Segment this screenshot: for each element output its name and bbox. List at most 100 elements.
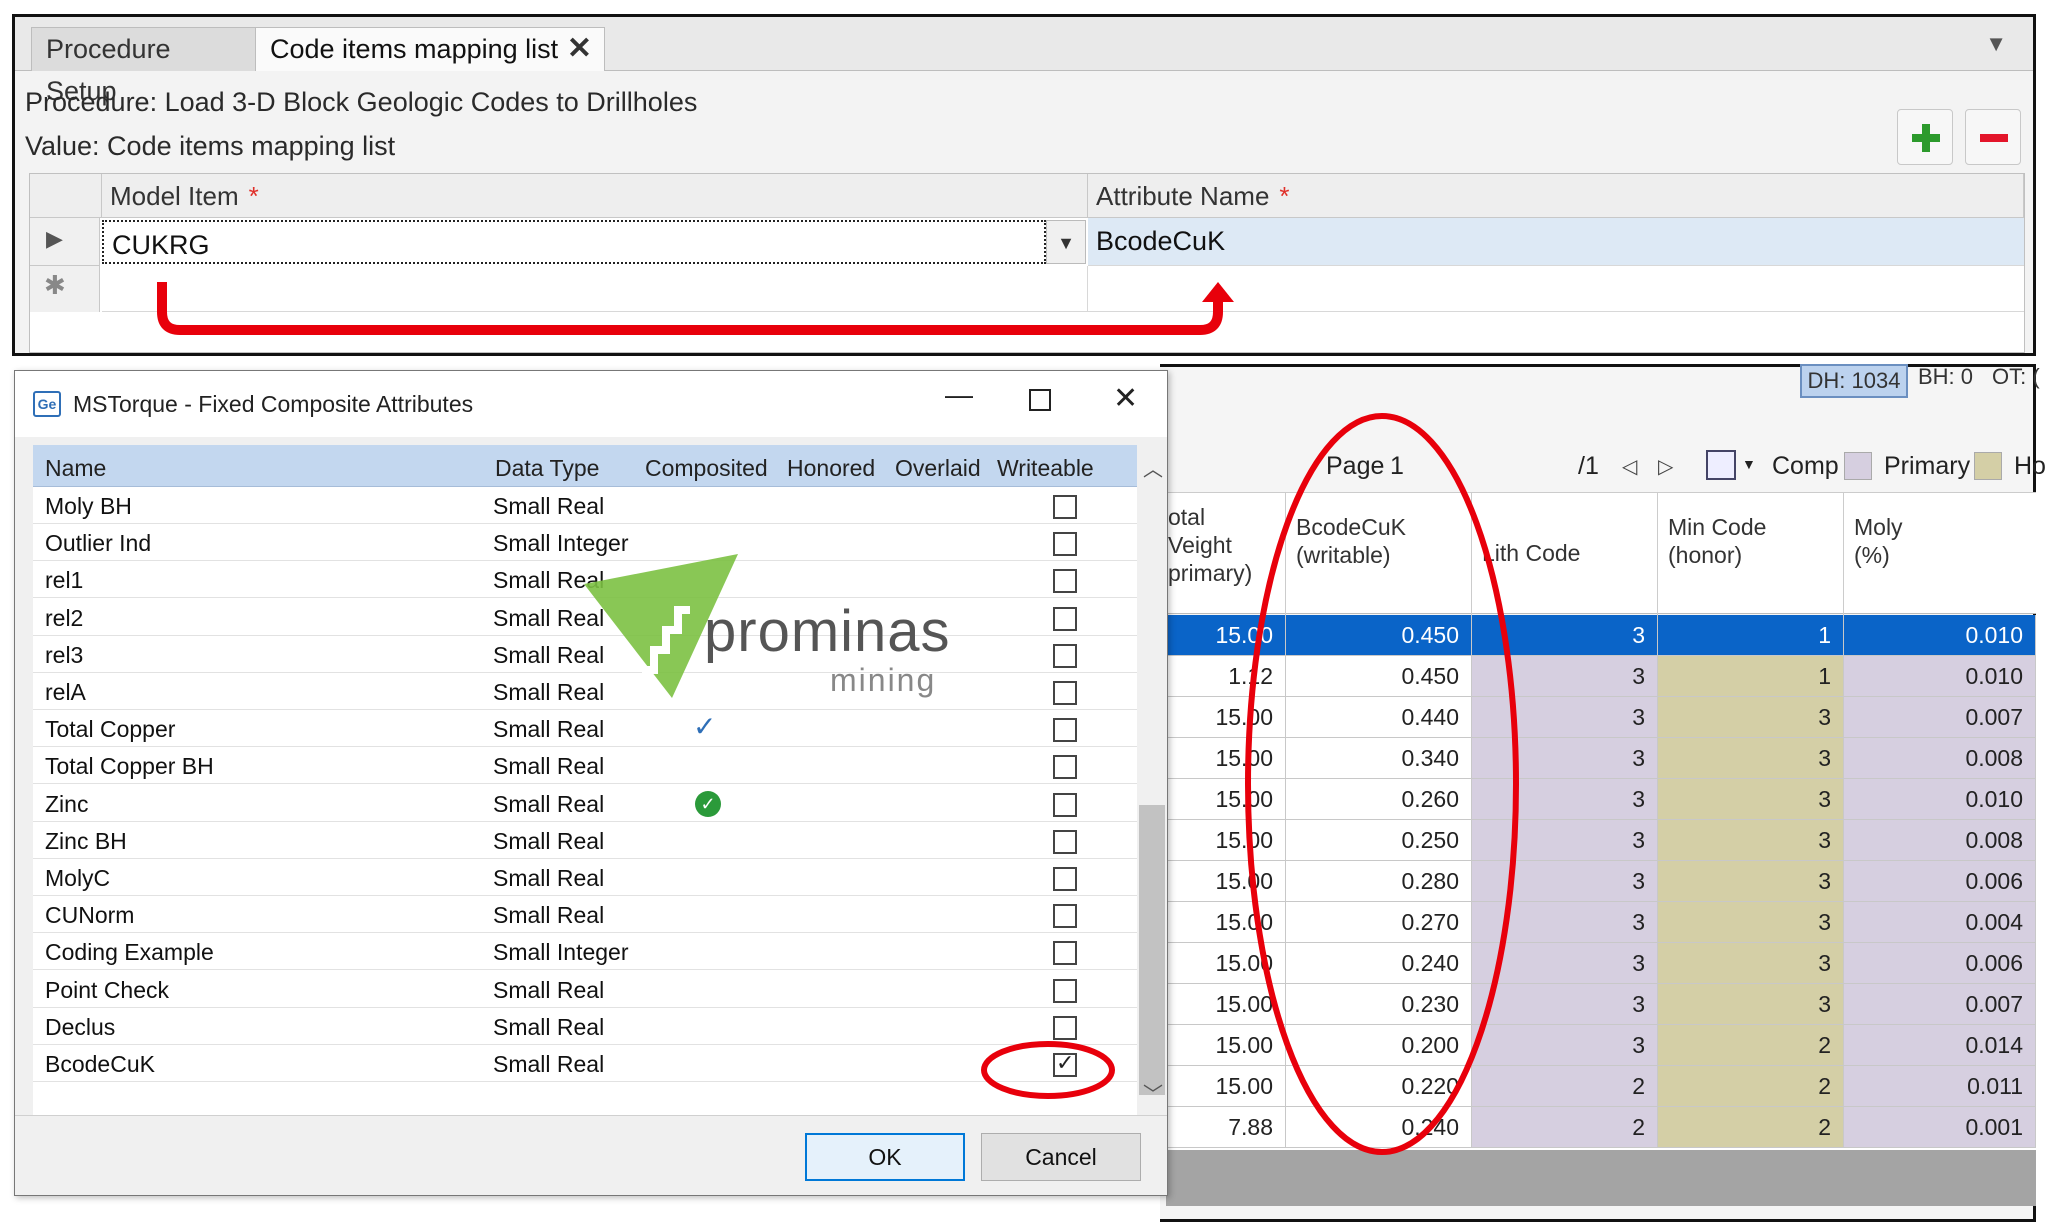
new-row-attribute-name-cell[interactable] [1088,266,2024,312]
moly-cell[interactable]: 0.007 [1844,984,2036,1024]
vertical-scrollbar[interactable]: ︿ ﹀ [1137,445,1167,1115]
minimize-icon[interactable]: — [945,379,973,411]
writeable-checkbox[interactable] [1053,1050,1077,1077]
bcodecuk-cell[interactable]: 0.340 [1286,738,1472,778]
writeable-checkbox[interactable] [1053,829,1077,854]
row-indicator[interactable]: ▶ [30,218,100,266]
min-code-cell[interactable]: 3 [1658,820,1844,860]
column-header-moly[interactable]: Moly (%) [1844,493,2036,615]
writeable-checkbox[interactable] [1053,495,1077,519]
moly-cell[interactable]: 0.006 [1844,943,2036,983]
writeable-checkbox[interactable] [1053,941,1077,966]
min-code-cell[interactable]: 3 [1658,943,1844,983]
moly-cell[interactable]: 0.010 [1844,779,2036,819]
cancel-button[interactable]: Cancel [981,1133,1141,1181]
column-header-bcodecuk[interactable]: BcodeCuK (writable) [1286,493,1472,615]
min-code-cell[interactable]: 3 [1658,984,1844,1024]
table-row[interactable]: 15.00 0.270 3 3 0.004 [1166,902,2036,943]
total-weight-cell[interactable]: 1.12 [1166,656,1286,696]
writeable-checkbox[interactable] [1053,643,1077,668]
table-row[interactable]: 1.12 0.450 3 1 0.010 [1166,656,2036,697]
tab-code-items-mapping-list[interactable]: Code items mapping list ✕ [255,27,605,71]
page-number-input[interactable]: 1 [1390,452,1404,481]
column-header-min-code[interactable]: Min Code (honor) [1658,493,1844,615]
lith-code-cell[interactable]: 3 [1472,943,1658,983]
bcodecuk-cell[interactable]: 0.230 [1286,984,1472,1024]
total-weight-cell[interactable]: 15.00 [1166,738,1286,778]
list-item[interactable]: Point Check Small Real [33,971,1137,1008]
writeable-checkbox[interactable] [1053,755,1077,780]
moly-cell[interactable]: 0.007 [1844,697,2036,737]
new-row-indicator[interactable]: ✱ [30,266,100,312]
list-item[interactable]: BcodeCuK Small Real [33,1045,1137,1082]
min-code-cell[interactable]: 2 [1658,1107,1844,1147]
tab-list-dropdown-icon[interactable]: ▼ [1985,31,2007,57]
moly-cell[interactable]: 0.010 [1844,656,2036,696]
total-weight-cell[interactable]: 7.88 [1166,1107,1286,1147]
lith-code-cell[interactable]: 2 [1472,1107,1658,1147]
moly-cell[interactable]: 0.014 [1844,1025,2036,1065]
min-code-cell[interactable]: 2 [1658,1025,1844,1065]
bcodecuk-cell[interactable]: 0.450 [1286,656,1472,696]
min-code-cell[interactable]: 3 [1658,738,1844,778]
list-item[interactable]: CUNorm Small Real [33,896,1137,934]
column-header-honored[interactable]: Honored [787,455,875,482]
min-code-cell[interactable]: 3 [1658,779,1844,819]
bcodecuk-cell[interactable]: 0.240 [1286,943,1472,983]
moly-cell[interactable]: 0.008 [1844,738,2036,778]
total-weight-cell[interactable]: 15.00 [1166,861,1286,901]
total-weight-cell[interactable]: 15.00 [1166,779,1286,819]
scroll-down-icon[interactable]: ﹀ [1143,1078,1163,1107]
column-header-model-item[interactable]: Model Item * [102,174,1088,218]
previous-page-icon[interactable]: ◁ [1622,454,1637,479]
column-header-total-weight[interactable]: otal Veight primary) [1166,493,1286,615]
list-item[interactable]: Declus Small Real [33,1008,1137,1045]
next-page-icon[interactable]: ▷ [1658,454,1673,479]
column-header-data-type[interactable]: Data Type [495,455,599,482]
table-row[interactable]: 15.00 0.250 3 3 0.008 [1166,820,2036,861]
table-row[interactable]: 15.00 0.450 3 1 0.010 [1166,615,2036,656]
writeable-checkbox[interactable] [1053,1015,1077,1040]
total-weight-cell[interactable]: 15.00 [1166,984,1286,1024]
remove-row-button[interactable] [1965,109,2021,165]
writeable-checkbox[interactable] [1053,867,1077,891]
lith-code-cell[interactable]: 3 [1472,656,1658,696]
min-code-cell[interactable]: 3 [1658,902,1844,942]
close-icon[interactable]: ✕ [567,28,592,70]
table-row[interactable]: 15.00 0.220 2 2 0.011 [1166,1066,2036,1107]
min-code-cell[interactable]: 3 [1658,697,1844,737]
add-row-button[interactable] [1897,109,1953,165]
lith-code-cell[interactable]: 3 [1472,1025,1658,1065]
grid-layout-icon[interactable] [1706,450,1736,480]
column-header-name[interactable]: Name [45,455,106,482]
column-header-composited[interactable]: Composited [645,455,768,482]
moly-cell[interactable]: 0.001 [1844,1107,2036,1147]
moly-cell[interactable]: 0.011 [1844,1066,2036,1106]
lith-code-cell[interactable]: 3 [1472,697,1658,737]
min-code-cell[interactable]: 1 [1658,656,1844,696]
lith-code-cell[interactable]: 3 [1472,902,1658,942]
moly-cell[interactable]: 0.008 [1844,820,2036,860]
min-code-cell[interactable]: 2 [1658,1066,1844,1106]
total-weight-cell[interactable]: 15.00 [1166,697,1286,737]
table-row[interactable]: 15.00 0.240 3 3 0.006 [1166,943,2036,984]
moly-cell[interactable]: 0.010 [1844,615,2036,655]
writeable-checkbox[interactable] [1053,792,1077,817]
total-weight-cell[interactable]: 15.00 [1166,615,1286,655]
lith-code-cell[interactable]: 3 [1472,779,1658,819]
close-icon[interactable]: ✕ [1113,381,1138,416]
list-item[interactable]: Moly BH Small Real [33,487,1137,524]
new-row-model-item-cell[interactable] [102,266,1088,312]
total-weight-cell[interactable]: 15.00 [1166,1025,1286,1065]
bcodecuk-cell[interactable]: 0.270 [1286,902,1472,942]
total-weight-cell[interactable]: 15.00 [1166,902,1286,942]
ok-button[interactable]: OK [805,1133,965,1181]
table-row[interactable]: 15.00 0.200 3 2 0.014 [1166,1025,2036,1066]
lith-code-cell[interactable]: 3 [1472,738,1658,778]
writeable-checkbox[interactable] [1053,718,1077,743]
model-item-cell[interactable]: CUKRG [102,220,1046,264]
column-header-overlaid[interactable]: Overlaid [895,455,981,482]
list-item[interactable]: Coding Example Small Integer [33,933,1137,971]
lith-code-cell[interactable]: 3 [1472,820,1658,860]
bcodecuk-cell[interactable]: 0.240 [1286,1107,1472,1147]
